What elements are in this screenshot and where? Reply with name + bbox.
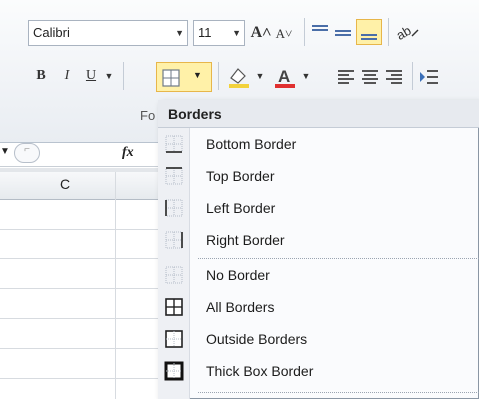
indent-icon[interactable] [418,67,440,87]
ribbon-divider [412,62,413,90]
svg-text:ab: ab [394,23,414,43]
chevron-down-icon[interactable]: ▼ [300,64,312,90]
menu-item-all-borders[interactable]: All Borders [190,291,479,323]
font-color-icon[interactable]: A [272,64,298,90]
ribbon-divider [218,62,219,90]
top-border-icon [165,167,183,185]
align-top-icon[interactable] [310,22,330,42]
underline-button[interactable]: U [80,64,102,90]
bottom-border-icon [165,135,183,153]
insert-function-button[interactable]: fx [122,145,134,161]
menu-item-right-border[interactable]: Right Border [190,224,479,256]
font-name-combo[interactable]: Calibri ▼ [28,20,188,46]
chevron-down-icon[interactable]: ▼ [254,64,266,90]
chevron-down-icon[interactable]: ▼ [193,70,202,80]
borders-button[interactable]: ▼ [156,62,212,92]
right-border-icon [165,231,183,249]
menu-separator [198,392,479,393]
chevron-down-icon[interactable]: ▼ [232,21,241,45]
menu-item-top-border[interactable]: Top Border [190,160,479,192]
ribbon-divider [388,18,389,46]
no-border-icon [165,266,183,284]
menu-item-left-border[interactable]: Left Border [190,192,479,224]
font-size-value: 11 [198,25,212,40]
svg-text:A: A [278,67,290,86]
shrink-font-button[interactable]: A˅ [274,22,294,46]
align-left-icon[interactable] [336,67,356,87]
outside-borders-icon [165,330,183,348]
grow-font-button[interactable]: A˄ [250,21,272,45]
fill-color-icon[interactable] [226,64,252,90]
orientation-icon[interactable]: ab [394,20,420,44]
menu-item-outside-borders[interactable]: Outside Borders [190,323,479,355]
italic-button[interactable]: I [56,64,78,90]
font-group-label: Fo [140,108,156,123]
font-name-value: Calibri [33,25,70,40]
all-borders-icon [162,69,180,87]
chevron-down-icon[interactable]: ▼ [102,64,116,90]
chevron-down-icon[interactable]: ▼ [175,21,184,45]
align-middle-icon[interactable] [333,22,353,42]
all-borders-icon [165,298,183,316]
menu-item-thick-box-border[interactable]: Thick Box Border [190,355,479,387]
align-bottom-button[interactable] [356,19,382,45]
align-bottom-icon [361,34,377,40]
name-box-circle-icon[interactable]: ⌐ [14,143,40,163]
column-divider [115,172,116,399]
menu-item-no-border[interactable]: No Border [190,259,479,291]
ribbon-divider [304,18,305,46]
menu-item-bottom-border[interactable]: Bottom Border [190,128,479,160]
menu-title: Borders [158,100,479,128]
align-center-icon[interactable] [360,67,380,87]
thick-box-border-icon [164,361,184,381]
column-header-c[interactable]: C [60,176,70,192]
ribbon-divider [123,62,124,90]
align-right-icon[interactable] [384,67,404,87]
font-size-combo[interactable]: 11 ▼ [193,20,245,46]
left-border-icon [165,199,183,217]
bold-button[interactable]: B [30,64,52,90]
name-box-chevron-icon[interactable]: ▼ [0,146,10,157]
